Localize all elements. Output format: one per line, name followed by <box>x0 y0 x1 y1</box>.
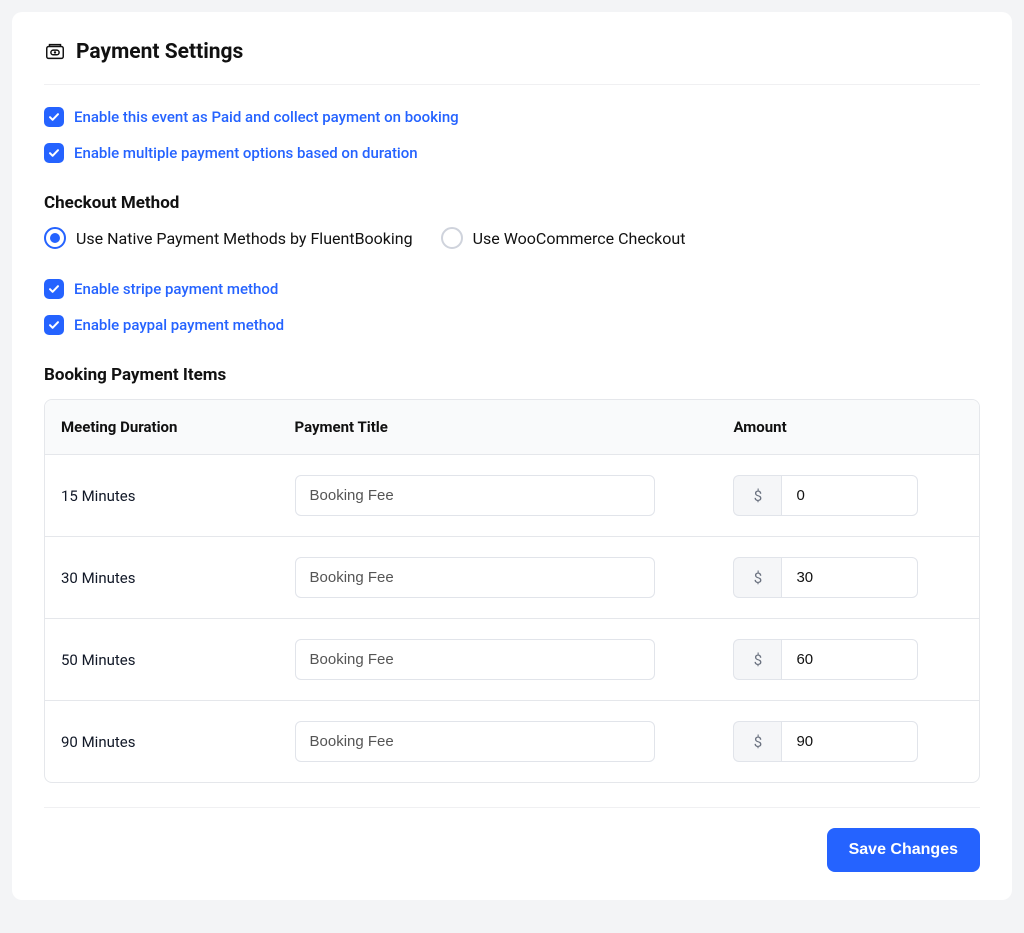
table-row: 30 Minutes $ <box>45 537 979 619</box>
page-title: Payment Settings <box>76 40 243 64</box>
amount-input[interactable] <box>781 721 918 762</box>
panel-footer: Save Changes <box>44 807 980 872</box>
duration-cell: 30 Minutes <box>45 549 279 607</box>
table-row: 50 Minutes $ <box>45 619 979 701</box>
checkbox-enable-paypal[interactable]: Enable paypal payment method <box>44 315 980 335</box>
payment-settings-panel: Payment Settings Enable this event as Pa… <box>12 12 1012 900</box>
check-icon <box>44 279 64 299</box>
payment-items-table: Meeting Duration Payment Title Amount 15… <box>44 399 980 783</box>
table-row: 90 Minutes $ <box>45 701 979 782</box>
duration-cell: 90 Minutes <box>45 713 279 771</box>
checkbox-label: Enable stripe payment method <box>74 280 278 298</box>
column-header-duration: Meeting Duration <box>45 400 279 454</box>
checkout-method-radio-group: Use Native Payment Methods by FluentBook… <box>44 227 980 249</box>
panel-header: Payment Settings <box>44 40 980 85</box>
amount-input-group: $ <box>733 721 918 762</box>
amount-input[interactable] <box>781 557 918 598</box>
checkbox-enable-paid-event[interactable]: Enable this event as Paid and collect pa… <box>44 107 980 127</box>
payment-title-input[interactable] <box>295 639 655 680</box>
radio-icon-selected <box>44 227 66 249</box>
payment-title-input[interactable] <box>295 475 655 516</box>
amount-input-group: $ <box>733 475 918 516</box>
amount-input-group: $ <box>733 557 918 598</box>
check-icon <box>44 143 64 163</box>
amount-input[interactable] <box>781 639 918 680</box>
checkbox-label: Enable multiple payment options based on… <box>74 144 418 162</box>
payment-title-input[interactable] <box>295 721 655 762</box>
table-header-row: Meeting Duration Payment Title Amount <box>45 400 979 455</box>
checkbox-enable-stripe[interactable]: Enable stripe payment method <box>44 279 980 299</box>
duration-cell: 15 Minutes <box>45 467 279 525</box>
currency-symbol: $ <box>733 721 781 762</box>
table-row: 15 Minutes $ <box>45 455 979 537</box>
column-header-amount: Amount <box>717 400 979 454</box>
radio-label: Use Native Payment Methods by FluentBook… <box>76 229 413 248</box>
payment-items-heading: Booking Payment Items <box>44 365 980 385</box>
radio-woocommerce-checkout[interactable]: Use WooCommerce Checkout <box>441 227 686 249</box>
radio-label: Use WooCommerce Checkout <box>473 229 686 248</box>
payment-settings-icon <box>44 41 66 63</box>
save-changes-button[interactable]: Save Changes <box>827 828 980 872</box>
payment-title-input[interactable] <box>295 557 655 598</box>
amount-input-group: $ <box>733 639 918 680</box>
currency-symbol: $ <box>733 639 781 680</box>
radio-icon <box>441 227 463 249</box>
currency-symbol: $ <box>733 557 781 598</box>
checkout-method-heading: Checkout Method <box>44 193 980 213</box>
amount-input[interactable] <box>781 475 918 516</box>
check-icon <box>44 315 64 335</box>
radio-native-payment[interactable]: Use Native Payment Methods by FluentBook… <box>44 227 413 249</box>
checkbox-label: Enable paypal payment method <box>74 316 284 334</box>
check-icon <box>44 107 64 127</box>
duration-cell: 50 Minutes <box>45 631 279 689</box>
currency-symbol: $ <box>733 475 781 516</box>
column-header-title: Payment Title <box>279 400 718 454</box>
checkbox-enable-multi-duration[interactable]: Enable multiple payment options based on… <box>44 143 980 163</box>
checkbox-label: Enable this event as Paid and collect pa… <box>74 108 459 126</box>
